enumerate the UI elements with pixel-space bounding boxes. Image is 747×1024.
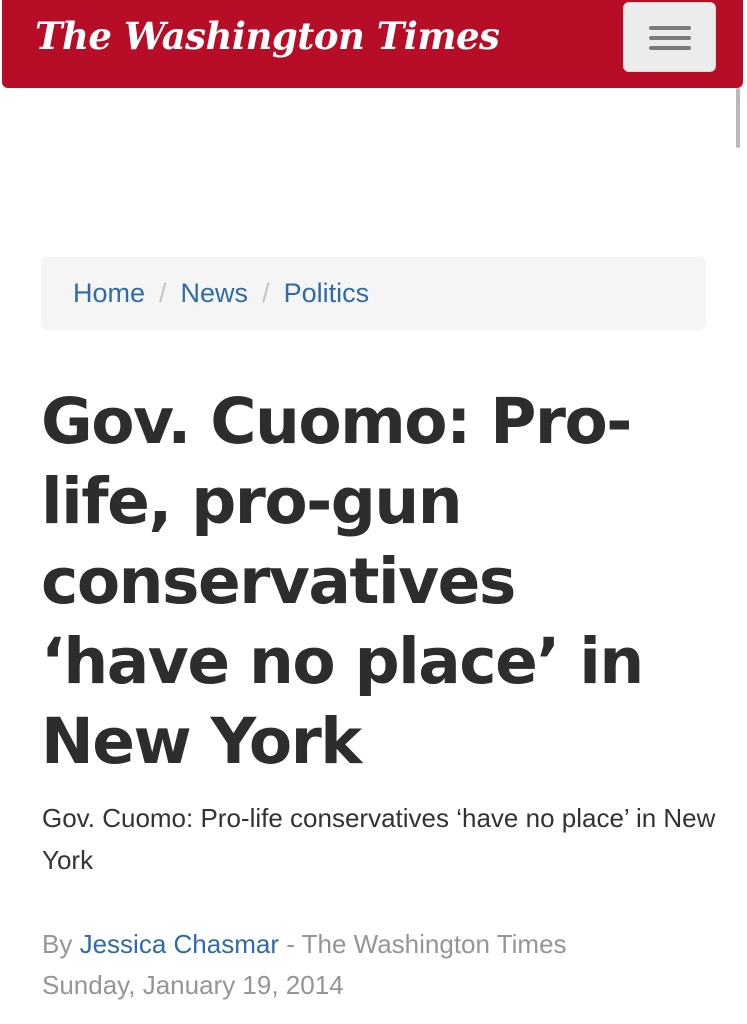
breadcrumb-separator: /	[159, 278, 167, 308]
hamburger-menu-icon-bar	[649, 46, 691, 50]
breadcrumb-news[interactable]: News	[181, 278, 249, 309]
breadcrumb-separator: /	[262, 278, 270, 308]
author-link[interactable]: Jessica Chasmar	[80, 929, 279, 959]
byline-prefix: By	[42, 929, 80, 959]
hamburger-menu-icon-bar	[649, 36, 691, 40]
site-logo[interactable]: The Washington Times	[35, 10, 500, 62]
article-byline: By Jessica Chasmar - The Washington Time…	[42, 924, 567, 1006]
breadcrumb: Home / News / Politics	[41, 257, 706, 330]
scrollbar[interactable]	[736, 88, 740, 148]
article-headline: Gov. Cuomo: Pro-life, pro-gun conservati…	[41, 385, 644, 778]
article-subheadline: Gov. Cuomo: Pro-life conservatives ‘have…	[42, 803, 716, 875]
byline-author-line: By Jessica Chasmar - The Washington Time…	[42, 924, 567, 965]
breadcrumb-politics[interactable]: Politics	[284, 278, 370, 309]
menu-button[interactable]	[623, 2, 716, 72]
breadcrumb-home[interactable]: Home	[73, 278, 145, 309]
hamburger-menu-icon	[649, 26, 691, 30]
article-date: Sunday, January 19, 2014	[42, 970, 344, 1000]
byline-publication: - The Washington Times	[278, 929, 567, 959]
site-header: The Washington Times	[2, 0, 743, 88]
